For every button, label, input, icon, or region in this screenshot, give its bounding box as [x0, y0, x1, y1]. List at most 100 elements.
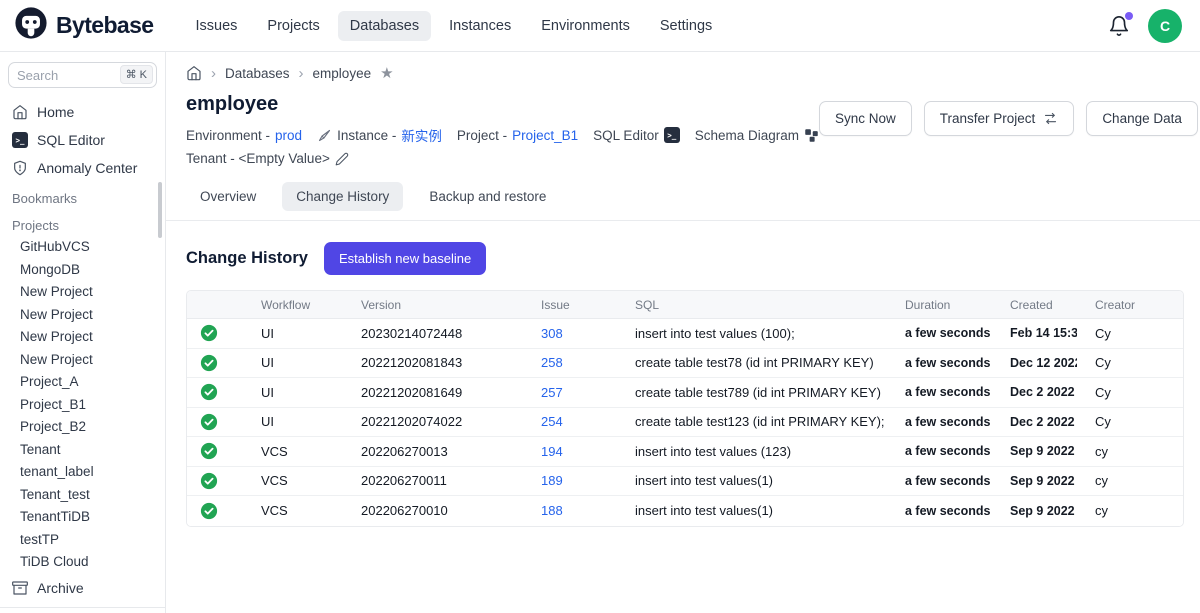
duration-cell: a few seconds: [887, 385, 992, 399]
success-check-icon: [200, 354, 218, 372]
sidebar-project-item[interactable]: New Project: [0, 304, 165, 327]
home-icon: [12, 104, 28, 120]
favorite-star-icon[interactable]: ★: [380, 64, 393, 82]
column-header-creator: Creator: [1077, 298, 1183, 312]
sidebar-item-archive[interactable]: Archive: [0, 574, 165, 602]
nav-item[interactable]: Instances: [437, 11, 523, 41]
page-title: employee: [186, 93, 819, 116]
shield-icon: [12, 160, 28, 176]
nav-item[interactable]: Projects: [255, 11, 331, 41]
column-header-duration: Duration: [887, 298, 992, 312]
sql-editor-link[interactable]: SQL Editor >_: [593, 127, 680, 143]
workflow-cell: UI: [243, 385, 343, 400]
sidebar-item-anomaly-center[interactable]: Anomaly Center: [0, 154, 165, 182]
duration-cell: a few seconds: [887, 474, 992, 488]
sidebar-project-item[interactable]: Tenant: [0, 439, 165, 462]
avatar[interactable]: C: [1148, 9, 1182, 43]
sidebar-item-home[interactable]: Home: [0, 98, 165, 126]
breadcrumb: › Databases › employee ★: [186, 64, 1184, 82]
change-data-button[interactable]: Change Data: [1086, 101, 1198, 136]
sidebar-project-item[interactable]: Project_B2: [0, 416, 165, 439]
sidebar-project-item[interactable]: New Project: [0, 326, 165, 349]
issue-link[interactable]: 189: [541, 473, 563, 488]
establish-baseline-button[interactable]: Establish new baseline: [324, 242, 486, 275]
status-cell: [187, 413, 243, 431]
created-cell: Sep 9 2022: [992, 444, 1077, 458]
nav-item[interactable]: Issues: [183, 11, 249, 41]
success-check-icon: [200, 502, 218, 520]
sidebar-project-item[interactable]: TenantTiDB: [0, 506, 165, 529]
breadcrumb-home-icon[interactable]: [186, 65, 202, 81]
database-tabs: Overview Change History Backup and restore: [166, 182, 1200, 221]
sidebar-project-item[interactable]: GitHubVCS: [0, 236, 165, 259]
table-row[interactable]: VCS 202206270013 194 insert into test va…: [187, 437, 1183, 467]
table-row[interactable]: UI 20221202081843 258 create table test7…: [187, 349, 1183, 379]
tab[interactable]: Backup and restore: [415, 182, 560, 211]
project-meta: Project - Project_B1: [457, 128, 578, 143]
bytebase-logo-icon: [14, 6, 48, 45]
page-layout: ⌘ K Home >_ SQL Editor Anomaly Center Bo…: [0, 52, 1200, 613]
breadcrumb-item-databases[interactable]: Databases: [225, 66, 290, 81]
sidebar-project-item[interactable]: TiDB Cloud: [0, 551, 165, 574]
main-content: › Databases › employee ★ employee Enviro…: [166, 52, 1200, 613]
sidebar-project-item[interactable]: testTP: [0, 529, 165, 552]
table-row[interactable]: UI 20230214072448 308 insert into test v…: [187, 319, 1183, 349]
created-cell: Dec 2 2022: [992, 385, 1077, 399]
nav-item[interactable]: Databases: [338, 11, 431, 41]
duration-cell: a few seconds: [887, 326, 992, 340]
sidebar-section-projects[interactable]: Projects: [0, 209, 165, 236]
sidebar-project-item[interactable]: tenant_label: [0, 461, 165, 484]
workflow-cell: UI: [243, 355, 343, 370]
created-cell: Dec 12 2022: [992, 356, 1077, 370]
sidebar-project-item[interactable]: Project_B1: [0, 394, 165, 417]
sidebar-project-item[interactable]: Project_A: [0, 371, 165, 394]
change-history-table: Workflow Version Issue SQL Duration Crea…: [186, 290, 1184, 527]
edit-pencil-icon[interactable]: [335, 152, 349, 166]
sidebar-project-item[interactable]: New Project: [0, 349, 165, 372]
instance-link[interactable]: 新实例: [401, 125, 442, 145]
database-meta-row: Environment - prod Instance - 新实例 Projec…: [186, 125, 819, 145]
sidebar: ⌘ K Home >_ SQL Editor Anomaly Center Bo…: [0, 52, 166, 613]
sidebar-item-sql-editor[interactable]: >_ SQL Editor: [0, 126, 165, 154]
project-link[interactable]: Project_B1: [512, 128, 578, 143]
tab[interactable]: Overview: [186, 182, 270, 211]
column-header-sql: SQL: [617, 298, 887, 312]
issue-link[interactable]: 308: [541, 326, 563, 341]
notifications-button[interactable]: [1108, 15, 1130, 37]
nav-item[interactable]: Settings: [648, 11, 724, 41]
transfer-arrows-icon: [1043, 111, 1058, 126]
brand[interactable]: Bytebase: [14, 6, 153, 45]
issue-link[interactable]: 257: [541, 385, 563, 400]
sidebar-scrollbar[interactable]: [158, 182, 162, 238]
issue-link[interactable]: 194: [541, 444, 563, 459]
table-row[interactable]: VCS 202206270010 188 insert into test va…: [187, 496, 1183, 526]
breadcrumb-item-employee[interactable]: employee: [313, 66, 372, 81]
sidebar-project-item[interactable]: MongoDB: [0, 259, 165, 282]
sidebar-project-item[interactable]: New Project: [0, 281, 165, 304]
tab[interactable]: Change History: [282, 182, 403, 211]
archive-icon: [12, 580, 28, 596]
page-header-left: employee Environment - prod Instance - 新…: [186, 93, 819, 166]
success-check-icon: [200, 472, 218, 490]
breadcrumb-separator: ›: [211, 66, 216, 81]
transfer-project-button[interactable]: Transfer Project: [924, 101, 1075, 136]
environment-link[interactable]: prod: [275, 128, 302, 143]
issue-link[interactable]: 254: [541, 414, 563, 429]
plan-label[interactable]: Enterprise Plan: [0, 607, 165, 613]
table-row[interactable]: UI 20221202081649 257 create table test7…: [187, 378, 1183, 408]
success-check-icon: [200, 442, 218, 460]
sync-now-button[interactable]: Sync Now: [819, 101, 912, 136]
top-navbar: Bytebase IssuesProjectsDatabasesInstance…: [0, 0, 1200, 52]
issue-link[interactable]: 188: [541, 503, 563, 518]
issue-link[interactable]: 258: [541, 355, 563, 370]
sidebar-item-label: SQL Editor: [37, 132, 105, 148]
environment-meta: Environment - prod: [186, 128, 302, 143]
breadcrumb-separator: ›: [299, 66, 304, 81]
sidebar-section-bookmarks[interactable]: Bookmarks: [0, 182, 165, 209]
table-row[interactable]: VCS 202206270011 189 insert into test va…: [187, 467, 1183, 497]
sidebar-project-item[interactable]: Tenant_test: [0, 484, 165, 507]
nav-item[interactable]: Environments: [529, 11, 642, 41]
main-nav: IssuesProjectsDatabasesInstancesEnvironm…: [183, 11, 1108, 41]
table-row[interactable]: UI 20221202074022 254 create table test1…: [187, 408, 1183, 438]
schema-diagram-link[interactable]: Schema Diagram: [695, 128, 819, 143]
